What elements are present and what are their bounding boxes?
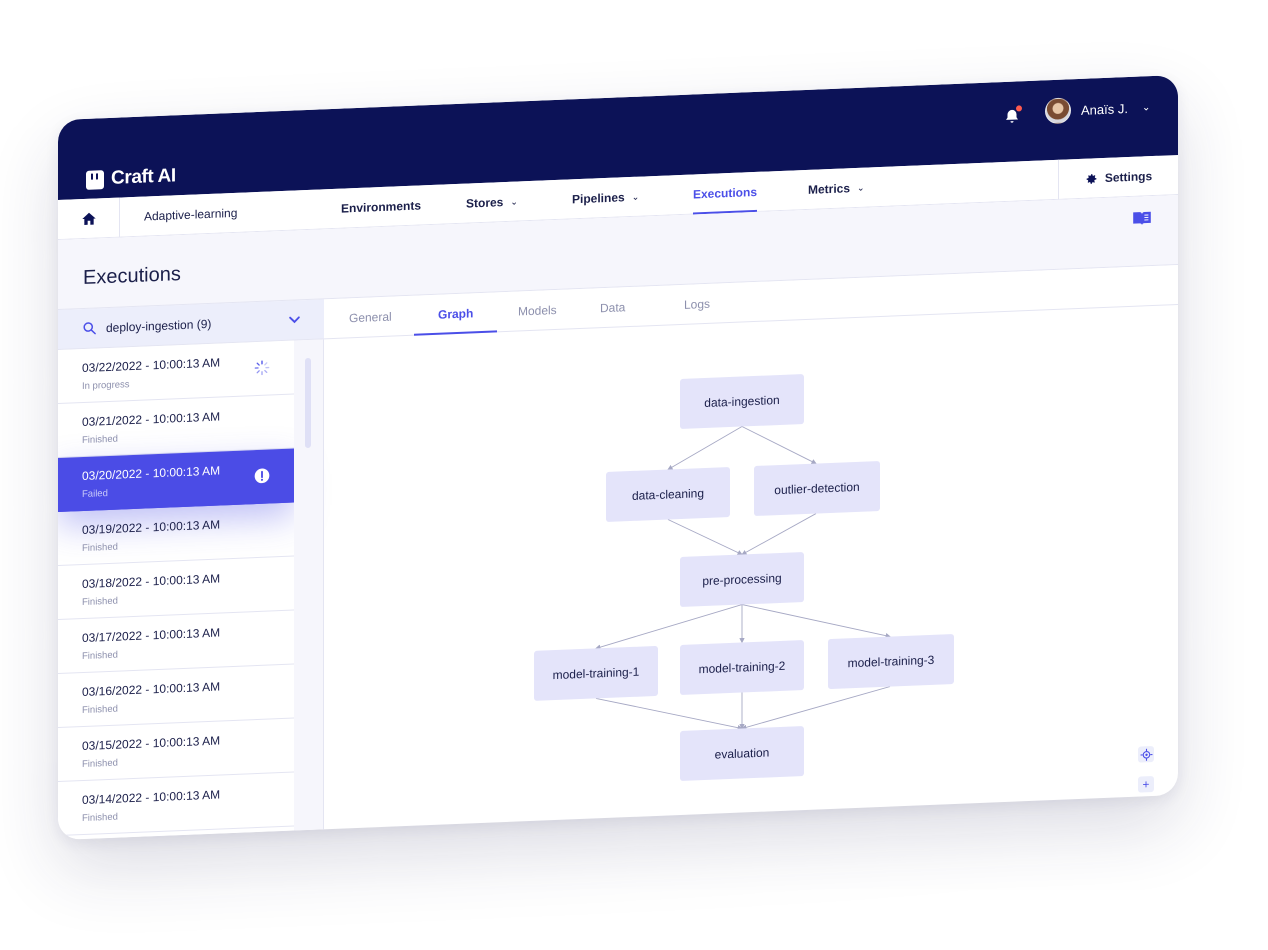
- graph-edge: [595, 697, 743, 731]
- nav-label: Pipelines: [572, 190, 625, 207]
- execution-time: 03/16/2022 - 10:00:13 AM: [82, 679, 221, 700]
- executions-list: 03/22/2022 - 10:00:13 AM In progress 03/…: [58, 340, 294, 840]
- chevron-down-icon: ⌄: [857, 182, 865, 193]
- chevron-down-icon: ⌄: [510, 196, 518, 207]
- graph-node-data-ingestion[interactable]: data-ingestion: [680, 374, 804, 430]
- scrollbar-thumb[interactable]: [305, 357, 311, 449]
- nav-label: Stores: [466, 195, 504, 211]
- execution-status: Finished: [82, 595, 118, 609]
- nav-metrics[interactable]: Metrics ⌄: [808, 181, 865, 197]
- execution-item[interactable]: 03/22/2022 - 10:00:13 AM In progress: [58, 340, 294, 404]
- search-icon: [83, 322, 96, 335]
- list-scrollbar[interactable]: [294, 339, 324, 831]
- tab-data[interactable]: Data: [600, 300, 625, 315]
- execution-status: Finished: [82, 649, 118, 663]
- graph-edge: [741, 513, 817, 555]
- recenter-button[interactable]: [1138, 745, 1154, 763]
- graph-edge: [741, 426, 817, 465]
- target-icon: [1140, 748, 1152, 761]
- nav-label: Metrics: [808, 181, 851, 197]
- home-button[interactable]: [58, 197, 120, 240]
- settings-button[interactable]: Settings: [1058, 155, 1178, 200]
- graph-edge: [667, 426, 743, 470]
- chevron-down-icon: ⌄: [1141, 101, 1151, 113]
- tab-models[interactable]: Models: [518, 303, 557, 319]
- execution-item[interactable]: 03/19/2022 - 10:00:13 AM Finished: [58, 502, 294, 566]
- nav-label: Environments: [341, 198, 422, 216]
- gear-icon: [1086, 173, 1097, 184]
- graph-node-outlier-detection[interactable]: outlier-detection: [754, 460, 880, 517]
- tab-logs[interactable]: Logs: [684, 297, 710, 312]
- chevron-down-icon[interactable]: [287, 312, 302, 328]
- nav-pipelines[interactable]: Pipelines ⌄: [572, 190, 640, 207]
- execution-item-selected[interactable]: 03/20/2022 - 10:00:13 AM Failed: [58, 448, 294, 512]
- execution-item[interactable]: 03/14/2022 - 10:00:13 AM Finished: [58, 772, 294, 836]
- nav-stores[interactable]: Stores ⌄: [466, 195, 518, 211]
- pipeline-graph: data-ingestion data-cleaning outlier-det…: [324, 305, 1178, 829]
- execution-time: 03/14/2022 - 10:00:13 AM: [82, 787, 221, 808]
- logo-icon: [86, 169, 104, 190]
- execution-item[interactable]: 03/17/2022 - 10:00:13 AM Finished: [58, 610, 294, 674]
- graph-edge: [741, 604, 891, 639]
- nav-environments[interactable]: Environments: [341, 198, 421, 215]
- graph-node-model-training-3[interactable]: model-training-3: [828, 634, 954, 690]
- documentation-icon[interactable]: [1132, 210, 1152, 227]
- graph-node-model-training-2[interactable]: model-training-2: [680, 640, 804, 696]
- nav-label: Executions: [693, 184, 758, 202]
- execution-item[interactable]: 03/21/2022 - 10:00:13 AM Finished: [58, 394, 294, 458]
- project-name[interactable]: Adaptive-learning: [144, 206, 237, 224]
- execution-status: Finished: [82, 541, 118, 555]
- execution-status: Finished: [82, 757, 118, 771]
- logo[interactable]: Craft AI: [86, 165, 176, 191]
- app-window-stage: Craft AI Anaïs J. ⌄ Adaptive-learning En…: [58, 75, 1178, 840]
- search-input[interactable]: deploy-ingestion (9): [106, 316, 211, 334]
- graph-edge: [595, 604, 743, 650]
- graph-node-model-training-1[interactable]: model-training-1: [534, 645, 658, 701]
- zoom-out-button[interactable]: −: [1138, 795, 1154, 813]
- execution-status: Finished: [82, 703, 118, 717]
- chevron-down-icon: ⌄: [631, 191, 640, 202]
- home-icon: [81, 212, 96, 225]
- settings-label: Settings: [1104, 169, 1153, 185]
- execution-time: 03/18/2022 - 10:00:13 AM: [82, 571, 221, 592]
- notification-badge: [1016, 105, 1022, 112]
- execution-status: Finished: [82, 811, 118, 825]
- brand-name: Craft AI: [111, 165, 176, 189]
- page-title: Executions: [83, 263, 181, 289]
- graph-edge: [741, 686, 891, 730]
- graph-node-data-cleaning[interactable]: data-cleaning: [606, 467, 730, 522]
- execution-time: 03/19/2022 - 10:00:13 AM: [82, 517, 221, 538]
- user-menu[interactable]: Anaïs J. ⌄: [1045, 94, 1151, 125]
- execution-time: 03/17/2022 - 10:00:13 AM: [82, 625, 221, 646]
- execution-time: 03/21/2022 - 10:00:13 AM: [82, 409, 221, 430]
- graph-node-evaluation[interactable]: evaluation: [680, 726, 804, 782]
- app-window: Craft AI Anaïs J. ⌄ Adaptive-learning En…: [58, 75, 1178, 840]
- execution-item[interactable]: 03/16/2022 - 10:00:13 AM Finished: [58, 664, 294, 728]
- zoom-in-button[interactable]: +: [1138, 775, 1154, 793]
- execution-item[interactable]: 03/18/2022 - 10:00:13 AM Finished: [58, 556, 294, 620]
- notifications-button[interactable]: [999, 103, 1025, 130]
- execution-status: Finished: [82, 433, 118, 447]
- nav-executions[interactable]: Executions: [693, 185, 757, 202]
- tab-general[interactable]: General: [349, 310, 392, 326]
- avatar: [1045, 97, 1071, 125]
- graph-node-pre-processing[interactable]: pre-processing: [680, 552, 804, 608]
- user-name: Anaïs J.: [1081, 100, 1128, 118]
- tab-graph[interactable]: Graph: [438, 306, 473, 321]
- execution-item[interactable]: 03/15/2022 - 10:00:13 AM Finished: [58, 718, 294, 782]
- execution-time: 03/15/2022 - 10:00:13 AM: [82, 733, 221, 754]
- loading-spinner-icon: [254, 360, 270, 376]
- error-icon: [254, 468, 270, 484]
- graph-edge: [667, 519, 743, 556]
